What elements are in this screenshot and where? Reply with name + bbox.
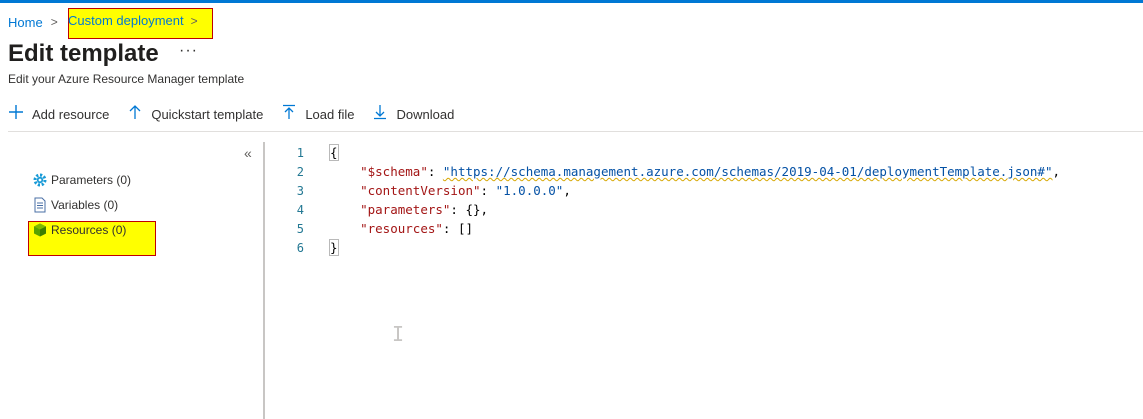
line-number: 5 (296, 222, 304, 236)
code-line-3: "contentVersion": "1.0.0.0", (360, 183, 571, 198)
load-file-button[interactable]: Load file (281, 104, 354, 125)
outline-item-resources[interactable]: Resources (0) (32, 222, 126, 238)
download-label: Download (396, 106, 455, 122)
outline-resources-label: Resources (0) (51, 223, 127, 237)
breadcrumb: Home > (8, 12, 66, 32)
outline-item-parameters[interactable]: Parameters (0) (32, 172, 131, 188)
gear-icon (32, 172, 48, 188)
plus-icon (8, 104, 24, 125)
arrow-up-icon (127, 104, 143, 125)
page-subtitle: Edit your Azure Resource Manager templat… (8, 72, 245, 86)
chevron-right-icon: > (190, 13, 198, 28)
line-number: 1 (296, 146, 304, 160)
top-accent-bar (0, 0, 1143, 3)
content-version-key: "contentVersion" (360, 183, 481, 198)
code-line-2: "$schema": "https://schema.management.az… (360, 164, 1061, 179)
document-icon (32, 197, 48, 213)
pane-splitter[interactable] (263, 142, 265, 419)
collapse-pane-icon[interactable]: « (244, 145, 252, 161)
code-editor[interactable]: 1 2 3 4 5 6 { "$schema": "https://schema… (266, 142, 1143, 419)
line-number: 4 (296, 203, 304, 217)
code-line-1: { (329, 144, 339, 161)
resources-key: "resources" (360, 221, 443, 236)
parameters-key: "parameters" (360, 202, 451, 217)
code-line-4: "parameters": {}, (360, 202, 489, 217)
upload-icon (281, 104, 297, 125)
breadcrumb-home[interactable]: Home (8, 15, 43, 30)
command-bar: Add resource Quickstart template Load fi… (8, 102, 472, 126)
breadcrumb-label: Custom deployment (68, 13, 184, 28)
schema-url-link[interactable]: "https://schema.management.azure.com/sch… (443, 164, 1053, 179)
quickstart-template-button[interactable]: Quickstart template (127, 104, 263, 125)
line-number: 3 (296, 184, 304, 198)
parameters-value: {} (465, 202, 481, 217)
text-cursor-icon: I (392, 322, 405, 346)
download-button[interactable]: Download (372, 104, 454, 125)
resources-value: [] (457, 221, 474, 236)
page-title: Edit template (8, 40, 159, 67)
open-brace: { (329, 144, 339, 161)
schema-key: "$schema" (360, 164, 428, 179)
outline-variables-label: Variables (0) (51, 198, 119, 212)
add-resource-label: Add resource (32, 106, 110, 122)
close-brace: } (329, 239, 339, 256)
code-line-5: "resources": [] (360, 221, 474, 236)
code-line-6: } (329, 239, 339, 256)
breadcrumb-custom-deployment[interactable]: Custom deployment > (68, 13, 198, 28)
load-file-label: Load file (305, 106, 355, 122)
content-version-value: "1.0.0.0" (495, 183, 564, 198)
line-number: 2 (296, 165, 304, 179)
command-bar-divider (8, 131, 1143, 132)
quickstart-template-label: Quickstart template (151, 106, 264, 122)
more-options-icon[interactable]: ··· (179, 42, 198, 60)
outline-parameters-label: Parameters (0) (51, 173, 132, 187)
add-resource-button[interactable]: Add resource (8, 104, 109, 125)
line-number: 6 (296, 241, 304, 255)
download-icon (372, 104, 388, 125)
chevron-right-icon: > (50, 15, 58, 29)
cube-icon (32, 222, 48, 238)
outline-item-variables[interactable]: Variables (0) (32, 197, 118, 213)
